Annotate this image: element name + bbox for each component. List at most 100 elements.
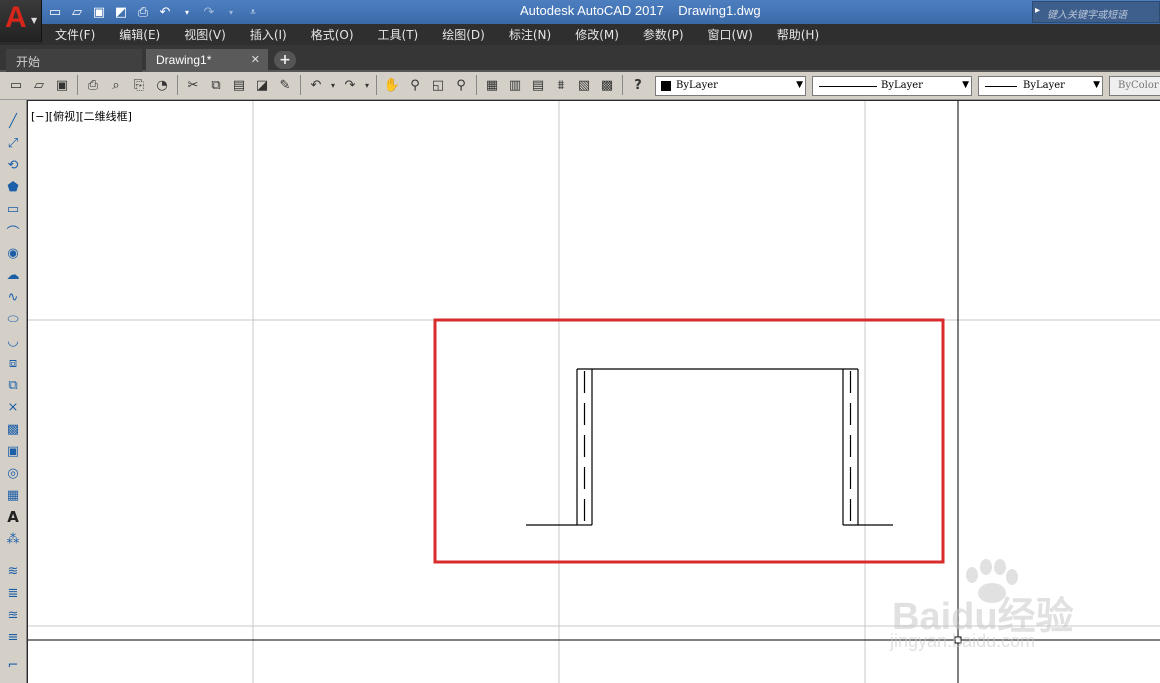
- spline-icon[interactable]: ∿: [3, 288, 23, 306]
- plotstyle-control-select[interactable]: ByColor: [1109, 76, 1160, 96]
- zoom-realtime-icon[interactable]: ⚲: [405, 75, 425, 95]
- redo-icon[interactable]: ↷: [340, 75, 360, 95]
- ellipse-icon[interactable]: ⬭: [3, 310, 23, 328]
- hatch-icon[interactable]: ▩: [3, 420, 23, 438]
- plot-icon[interactable]: ⎙: [134, 3, 152, 21]
- save-icon[interactable]: ▣: [52, 75, 72, 95]
- separator: [622, 75, 623, 95]
- new-tab-button[interactable]: +: [274, 51, 296, 69]
- polygon-icon[interactable]: ⬟: [3, 178, 23, 196]
- menu-insert[interactable]: 插入(I): [238, 26, 299, 43]
- construction-line-icon[interactable]: ⤢: [3, 134, 23, 152]
- paste-icon[interactable]: ▤: [229, 75, 249, 95]
- menu-modify[interactable]: 修改(M): [563, 26, 631, 43]
- layer-iso-icon[interactable]: ≡: [3, 628, 23, 646]
- make-block-icon[interactable]: ⧉: [3, 376, 23, 394]
- pan-icon[interactable]: ✋: [382, 75, 402, 95]
- undo-icon[interactable]: ↶: [156, 3, 174, 21]
- cut-icon[interactable]: ✂: [183, 75, 203, 95]
- revcloud-icon[interactable]: ☁: [3, 266, 23, 284]
- undo-dropdown-icon[interactable]: ▾: [178, 3, 196, 21]
- chevron-down-icon: ▼: [962, 80, 969, 90]
- sheet-set-icon[interactable]: ⩩: [551, 75, 571, 95]
- title-bar: ▭ ▱ ▣ ◩ ⎙ ↶ ▾ ↷ ▾ ⩡ Autodesk AutoCAD 201…: [0, 0, 1160, 24]
- match-properties-icon[interactable]: ◪: [252, 75, 272, 95]
- add-selected-icon[interactable]: ⁂: [3, 530, 23, 548]
- ellipse-arc-icon[interactable]: ◡: [3, 332, 23, 350]
- insert-block-icon[interactable]: ⧈: [3, 354, 23, 372]
- frame-geometry: [526, 368, 893, 526]
- menu-edit[interactable]: 编辑(E): [107, 26, 172, 43]
- polyline-icon[interactable]: ⟲: [3, 156, 23, 174]
- tab-start-label: 开始: [16, 55, 41, 69]
- hidden-lines: [583, 371, 852, 525]
- redo-dropdown-icon[interactable]: ▾: [222, 3, 240, 21]
- layer-previous-icon[interactable]: ≊: [3, 606, 23, 624]
- block-editor-icon[interactable]: ✎: [275, 75, 295, 95]
- open-file-icon[interactable]: ▱: [68, 3, 86, 21]
- arc-icon[interactable]: ⌒: [3, 222, 23, 241]
- open-icon[interactable]: ▱: [29, 75, 49, 95]
- region-icon[interactable]: ◎: [3, 464, 23, 482]
- menu-window[interactable]: 窗口(W): [696, 26, 765, 43]
- new-icon[interactable]: ▭: [6, 75, 26, 95]
- application-menu-button[interactable]: A ▼: [0, 0, 42, 42]
- zoom-window-icon[interactable]: ◱: [428, 75, 448, 95]
- layer-match-icon[interactable]: ≣: [3, 584, 23, 602]
- menu-dimension[interactable]: 标注(N): [497, 26, 563, 43]
- undo-dropdown-icon[interactable]: ▾: [329, 75, 337, 95]
- plot-icon[interactable]: ⎙: [83, 75, 103, 95]
- tab-start[interactable]: 开始: [6, 49, 142, 72]
- watermark-url: jingyan.baidu.com: [890, 631, 1036, 651]
- line-icon[interactable]: ╱: [3, 112, 23, 130]
- separator: [300, 75, 301, 95]
- save-as-icon[interactable]: ◩: [112, 3, 130, 21]
- publish-icon[interactable]: ⎘: [129, 75, 149, 95]
- circle-icon[interactable]: ◉: [3, 244, 23, 262]
- gradient-icon[interactable]: ▣: [3, 442, 23, 460]
- 3d-print-icon[interactable]: ◔: [152, 75, 172, 95]
- menu-bar: 文件(F) 编辑(E) 视图(V) 插入(I) 格式(O) 工具(T) 绘图(D…: [42, 24, 1160, 45]
- layer-icon[interactable]: ≋: [3, 562, 23, 580]
- viewport-controls-label[interactable]: [−][俯视][二维线框]: [31, 108, 132, 124]
- color-control-select[interactable]: ByLayer ▼: [655, 76, 806, 96]
- table-icon[interactable]: ▦: [3, 486, 23, 504]
- rectangle-icon[interactable]: ▭: [3, 200, 23, 218]
- search-placeholder: 键入关键字或短语: [1047, 10, 1127, 21]
- autocad-logo-icon: A: [5, 1, 27, 34]
- linetype-control-select[interactable]: ByLayer ▼: [812, 76, 972, 96]
- undo-icon[interactable]: ↶: [306, 75, 326, 95]
- menu-parametric[interactable]: 参数(P): [631, 26, 696, 43]
- search-expand-icon[interactable]: ▸: [1035, 5, 1040, 16]
- window-title: Autodesk AutoCAD 2017 Drawing1.dwg: [520, 3, 761, 18]
- menu-tools[interactable]: 工具(T): [366, 26, 431, 43]
- new-file-icon[interactable]: ▭: [46, 3, 64, 21]
- save-icon[interactable]: ▣: [90, 3, 108, 21]
- menu-help[interactable]: 帮助(H): [765, 26, 831, 43]
- quickcalc-icon[interactable]: ▩: [597, 75, 617, 95]
- copy-icon[interactable]: ⧉: [206, 75, 226, 95]
- customize-qat-icon[interactable]: ⩡: [244, 3, 262, 21]
- linetype-preview: [819, 86, 877, 87]
- menu-draw[interactable]: 绘图(D): [430, 26, 497, 43]
- help-icon[interactable]: ?: [628, 75, 648, 95]
- redo-dropdown-icon[interactable]: ▾: [363, 75, 371, 95]
- menu-view[interactable]: 视图(V): [172, 26, 238, 43]
- point-icon[interactable]: ⨯: [3, 398, 23, 416]
- properties-icon[interactable]: ▦: [482, 75, 502, 95]
- plot-preview-icon[interactable]: ⌕: [106, 75, 126, 95]
- design-center-icon[interactable]: ▥: [505, 75, 525, 95]
- menu-file[interactable]: 文件(F): [42, 26, 107, 43]
- search-input[interactable]: ▸ 键入关键字或短语: [1032, 1, 1160, 23]
- redo-icon[interactable]: ↷: [200, 3, 218, 21]
- lineweight-control-select[interactable]: ByLayer ▼: [978, 76, 1103, 96]
- tab-drawing1[interactable]: Drawing1* ✕: [146, 49, 268, 72]
- zoom-previous-icon[interactable]: ⚲: [451, 75, 471, 95]
- highlight-box: [433, 318, 945, 564]
- tool-palettes-icon[interactable]: ▤: [528, 75, 548, 95]
- fillet-icon[interactable]: ⌐: [3, 656, 23, 674]
- markup-icon[interactable]: ▧: [574, 75, 594, 95]
- close-icon[interactable]: ✕: [251, 53, 260, 66]
- mtext-icon[interactable]: A: [3, 508, 23, 526]
- menu-format[interactable]: 格式(O): [299, 26, 366, 43]
